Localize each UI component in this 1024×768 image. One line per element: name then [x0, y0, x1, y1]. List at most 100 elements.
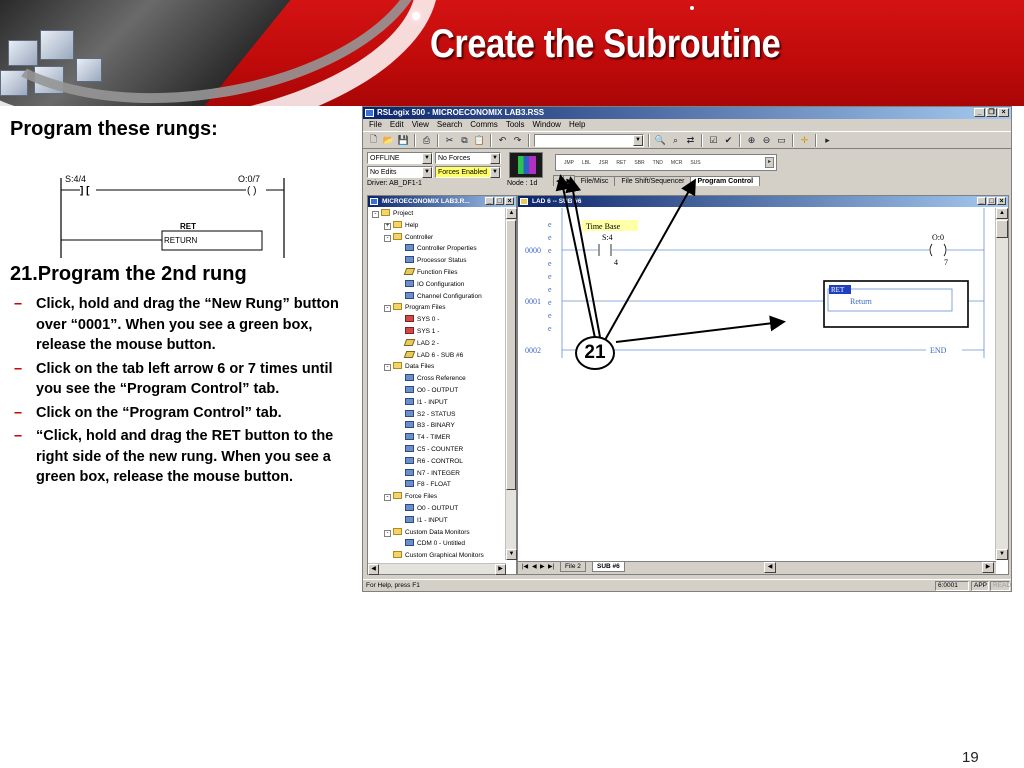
menu-view[interactable]: View: [412, 119, 429, 131]
coil-ote[interactable]: [929, 244, 947, 256]
menu-comms[interactable]: Comms: [470, 119, 498, 131]
mode-combo[interactable]: OFFLINE ▼: [367, 152, 433, 164]
ret-button[interactable]: RET: [616, 160, 626, 166]
tree-item[interactable]: Cross Reference: [368, 373, 506, 385]
scroll-up-icon[interactable]: ▲: [996, 208, 1008, 219]
verify-icon[interactable]: ☑: [707, 134, 720, 147]
tree-item[interactable]: N7 - INTEGER: [368, 468, 506, 480]
save-icon[interactable]: 💾: [397, 134, 410, 147]
tab-file-shift-sequencer[interactable]: File Shift/Sequencer: [614, 176, 692, 186]
expand-icon[interactable]: +: [384, 222, 391, 230]
minimize-button[interactable]: _: [977, 197, 986, 205]
tree-item[interactable]: I1 - INPUT: [368, 397, 506, 409]
rung-number[interactable]: 0000: [525, 246, 541, 255]
scroll-up-icon[interactable]: ▲: [506, 208, 517, 219]
collapse-icon[interactable]: -: [384, 305, 391, 313]
copy-icon[interactable]: ⧉: [458, 134, 471, 147]
print-icon[interactable]: ⎙: [420, 134, 433, 147]
tab-file-2[interactable]: File 2: [560, 562, 586, 572]
tab-sub-6[interactable]: SUB #6: [592, 562, 625, 572]
zoom-out-icon[interactable]: ⊖: [760, 134, 773, 147]
contact-xic[interactable]: [598, 244, 612, 256]
first-tab-icon[interactable]: |◀: [522, 563, 528, 570]
collapse-icon[interactable]: -: [384, 494, 391, 502]
tree-item[interactable]: - Force Files: [368, 491, 506, 503]
menu-search[interactable]: Search: [437, 119, 462, 131]
collapse-icon[interactable]: -: [372, 211, 379, 218]
menu-tools[interactable]: Tools: [506, 119, 525, 131]
tree-item[interactable]: R6 - CONTROL: [368, 456, 506, 468]
next-tab-icon[interactable]: ▶: [540, 563, 545, 570]
menu-help[interactable]: Help: [569, 119, 585, 131]
tree-item[interactable]: - Custom Data Monitors: [368, 527, 506, 539]
tree-item[interactable]: CDM 0 - Untitled: [368, 538, 506, 550]
jmp-button[interactable]: JMP: [564, 160, 574, 166]
tree-item[interactable]: - Program Files: [368, 302, 506, 314]
tree-item[interactable]: Function Files: [368, 267, 506, 279]
jsr-button[interactable]: JSR: [599, 160, 608, 166]
tree-vertical-scrollbar[interactable]: ▲ ▼: [505, 208, 517, 560]
collapse-icon[interactable]: -: [384, 234, 391, 242]
tree-horizontal-scrollbar[interactable]: ◀ ▶: [368, 563, 506, 575]
scroll-left-icon[interactable]: ◀: [764, 562, 776, 573]
collapse-icon[interactable]: -: [384, 529, 391, 537]
paste-icon[interactable]: 📋: [473, 134, 486, 147]
ladder-vertical-scrollbar[interactable]: ▲ ▼: [995, 208, 1008, 560]
maximize-button[interactable]: □: [987, 197, 996, 205]
minimize-button[interactable]: _: [974, 108, 985, 117]
tree-item[interactable]: T4 - TIMER: [368, 432, 506, 444]
tree-item[interactable]: - Controller: [368, 232, 506, 244]
ladder-canvas[interactable]: e e e e e e e e e 0000 0001 0002 Time Ba…: [518, 208, 996, 560]
crosshair-icon[interactable]: ✛: [798, 134, 811, 147]
tree-item[interactable]: Processor Status: [368, 255, 506, 267]
prev-tab-icon[interactable]: ◀: [532, 563, 537, 570]
tree-item[interactable]: B3 - BINARY: [368, 420, 506, 432]
tree-item[interactable]: - Data Files: [368, 361, 506, 373]
tree-item[interactable]: LAD 2 -: [368, 338, 506, 350]
redo-icon[interactable]: ↷: [511, 134, 524, 147]
forces-enabled-combo[interactable]: Forces Enabled ▼: [435, 166, 501, 178]
tree-scroll-thumb[interactable]: [506, 220, 516, 490]
new-file-icon[interactable]: 🗋: [367, 134, 380, 147]
sbr-button[interactable]: SBR: [634, 160, 644, 166]
mcr-button[interactable]: MCR: [671, 160, 682, 166]
close-button[interactable]: ×: [998, 108, 1009, 117]
ladder-window-titlebar[interactable]: LAD 6 -- SUB #6 _ □ ×: [518, 196, 1008, 207]
scroll-down-icon[interactable]: ▼: [506, 549, 517, 560]
project-window-titlebar[interactable]: MICROECONOMIX LAB3.R... _ □ ×: [368, 196, 516, 207]
cut-icon[interactable]: ✂: [443, 134, 456, 147]
edits-combo[interactable]: No Edits ▼: [367, 166, 433, 178]
tree-item[interactable]: O0 - OUTPUT: [368, 385, 506, 397]
tree-item[interactable]: IO Configuration: [368, 279, 506, 291]
tree-item[interactable]: S2 - STATUS: [368, 409, 506, 421]
tree-item[interactable]: Controller Properties: [368, 243, 506, 255]
replace-icon[interactable]: ⇄: [684, 134, 697, 147]
tree-item[interactable]: SYS 1 -: [368, 326, 506, 338]
close-button[interactable]: ×: [505, 197, 514, 205]
arrow-right-icon[interactable]: ▸: [821, 134, 834, 147]
tab-file-misc[interactable]: File/Misc: [573, 176, 616, 186]
tree-item[interactable]: LAD 6 - SUB #6: [368, 350, 506, 362]
scroll-left-icon[interactable]: ◀: [368, 564, 379, 575]
undo-icon[interactable]: ↶: [496, 134, 509, 147]
tree-item[interactable]: SYS 0 -: [368, 314, 506, 326]
tree-item[interactable]: F8 - FLOAT: [368, 479, 506, 491]
minimize-button[interactable]: _: [485, 197, 494, 205]
rung-number[interactable]: 0002: [525, 346, 541, 355]
palette-scroll-right-icon[interactable]: ▸: [765, 157, 774, 168]
lbl-button[interactable]: LBL: [582, 160, 591, 166]
find-next-icon[interactable]: ⌕: [669, 134, 682, 147]
sus-button[interactable]: SUS: [690, 160, 700, 166]
window-icon[interactable]: ▭: [775, 134, 788, 147]
verify-file-icon[interactable]: ✔: [722, 134, 735, 147]
close-button[interactable]: ×: [997, 197, 1006, 205]
scroll-down-icon[interactable]: ▼: [996, 549, 1008, 560]
tab-program-control[interactable]: Program Control: [690, 176, 761, 186]
open-folder-icon[interactable]: 📂: [382, 134, 395, 147]
maximize-button[interactable]: □: [495, 197, 504, 205]
tree-item[interactable]: - Project: [368, 208, 506, 220]
forces-combo[interactable]: No Forces ▼: [435, 152, 501, 164]
tree-item[interactable]: + Help: [368, 220, 506, 232]
tree-item[interactable]: O0 - OUTPUT: [368, 503, 506, 515]
tree-item[interactable]: Channel Configuration: [368, 291, 506, 303]
